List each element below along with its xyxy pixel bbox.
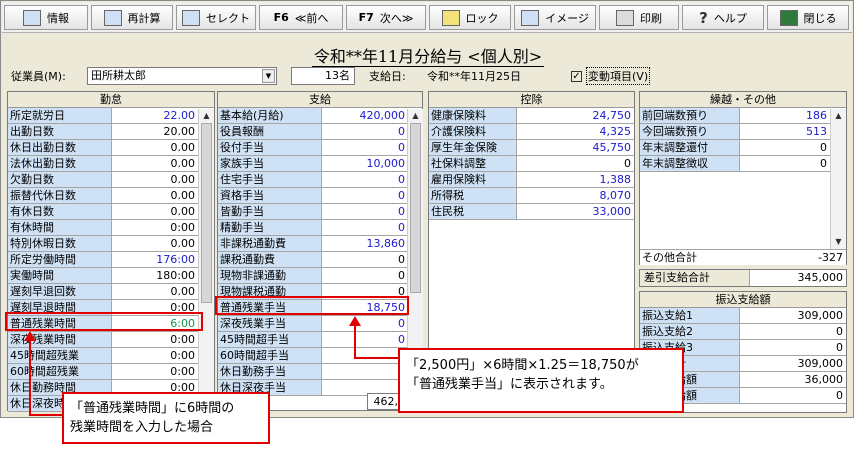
callout-right-line2: 「普通残業手当」に表示されます。 bbox=[406, 377, 613, 392]
callout-left-line2: 残業時間を入力した場合 bbox=[70, 420, 214, 435]
left-arrowhead-icon bbox=[24, 331, 36, 341]
input-explanation-callout: 「普通残業時間」に6時間の 残業時間を入力した場合 bbox=[62, 392, 270, 444]
calc-explanation-callout: 「2,500円」×6時間×1.25＝18,750が 「普通残業手当」に表示されま… bbox=[398, 348, 684, 413]
callout-right-line1: 「2,500円」×6時間×1.25＝18,750が bbox=[406, 358, 639, 373]
right-arrowhead-icon bbox=[349, 316, 361, 326]
callout-left-line1: 「普通残業時間」に6時間の bbox=[70, 401, 235, 416]
left-arrow-line bbox=[29, 333, 62, 416]
right-arrow-line bbox=[354, 318, 400, 359]
